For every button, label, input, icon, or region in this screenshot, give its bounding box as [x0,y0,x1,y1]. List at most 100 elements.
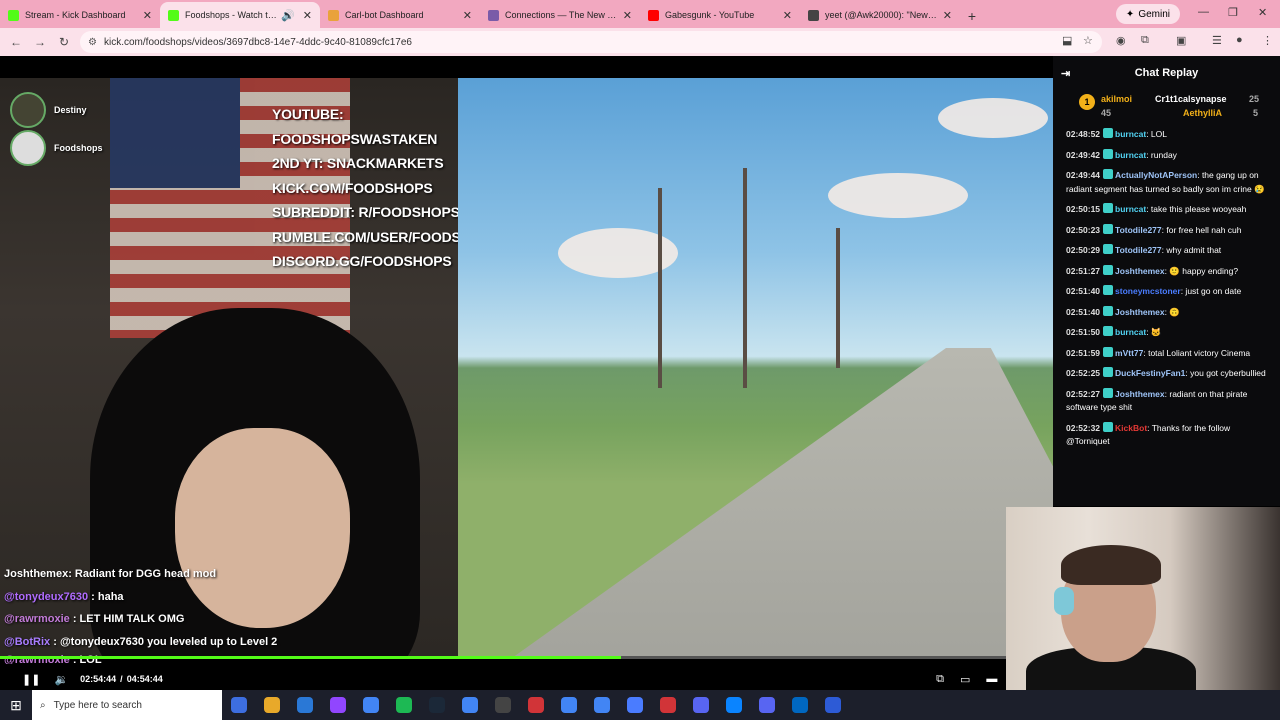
taskbar-app-icon[interactable] [387,697,420,713]
chat-username[interactable]: DuckFestinyFan1 [1115,368,1185,378]
chat-username[interactable]: Totodile277 [1115,245,1162,255]
chat-username[interactable]: burncat [1115,150,1146,160]
chat-text: : you got cyberbullied [1185,368,1266,378]
taskbar-app-icon[interactable] [783,697,816,713]
profile-avatar[interactable]: ● [1236,34,1243,46]
taskbar-app-icon[interactable] [585,697,618,713]
new-tab-button[interactable]: + [960,4,984,28]
theater-icon[interactable]: ▭ [960,673,970,686]
close-icon[interactable]: ✕ [143,9,152,22]
seek-bar[interactable] [0,656,1053,659]
chat-timestamp: 02:49:42 [1066,149,1101,160]
close-icon[interactable]: ✕ [783,9,792,22]
chat-text: : for free hell nah cuh [1161,224,1242,235]
close-icon[interactable]: ✕ [463,9,472,22]
tab-carlbot[interactable]: Carl-bot Dashboard ✕ [320,2,480,28]
taskbar-app-icon[interactable] [486,697,519,713]
taskbar-app-icon[interactable] [618,697,651,713]
tab-title: Carl-bot Dashboard [345,10,424,20]
close-icon[interactable]: ✕ [303,9,312,22]
chat-username[interactable]: Joshthemex [1115,307,1165,317]
rss-icon[interactable]: ◉ [1116,34,1126,47]
subscriber-badge-icon [1103,264,1114,275]
bookmark-star-icon[interactable]: ☆ [1083,34,1093,47]
time-separator: / [120,674,123,684]
taskbar-app-icon[interactable] [816,697,849,713]
close-window-button[interactable]: ✕ [1258,6,1267,19]
chat-message: 02:52:25 DuckFestinyFan1: you got cyberbu… [1053,367,1280,381]
gemini-label: Gemini [1138,8,1170,20]
windows-start-icon[interactable]: ⊞ [0,697,32,714]
gemini-button[interactable]: ✦ Gemini [1115,4,1180,24]
address-bar[interactable]: ⚙ kick.com/foodshops/videos/3697dbc8-14e… [80,31,1102,53]
social-line: 2ND YT: SNACKMARKETS [272,155,444,171]
taskbar-app-icon[interactable] [420,697,453,713]
tab-search-icon[interactable]: ▣ [1176,34,1186,47]
taskbar-app-icon[interactable] [684,697,717,713]
volume-icon[interactable]: 🔉 [54,673,68,686]
tab-title: Gabesgunk - YouTube [665,10,755,20]
taskbar-app-icon[interactable] [552,697,585,713]
video-player[interactable]: Destiny Foodshops YOUTUBE: FOODSHOPSWAST… [0,56,1053,690]
social-links: YOUTUBE: FOODSHOPSWASTAKEN 2ND YT: SNACK… [272,102,458,274]
extensions-icon[interactable]: ⧉ [1141,34,1149,47]
reload-icon[interactable]: ↻ [52,35,76,49]
guest-destiny: Destiny [10,92,87,128]
chat-username[interactable]: burncat [1115,327,1146,337]
chat-username[interactable]: KickBot [1115,423,1147,433]
taskbar-app-icon[interactable] [750,697,783,713]
taskbar-app-icon[interactable] [354,697,387,713]
chat-message: 02:49:44 ActuallyNotAPerson: the gang up … [1053,169,1280,196]
maximize-button[interactable]: ❐ [1228,6,1238,19]
taskbar-app-icon[interactable] [453,697,486,713]
chat-text: : LOL [1146,129,1167,139]
install-icon[interactable]: ⬓ [1062,34,1072,47]
chat-timestamp: 02:52:32 [1066,422,1101,433]
pause-icon[interactable]: ❚❚ [22,673,40,686]
second-gifter: Cr1t1calsynapse [1155,94,1227,104]
media-control-icon[interactable]: ☰ [1212,34,1222,47]
chat-username[interactable]: stoneymcstoner [1115,286,1181,296]
menu-icon[interactable]: ⋮ [1262,34,1273,47]
chat-text: : total Loliant victory Cinema [1143,347,1251,358]
back-icon[interactable]: ← [4,35,28,49]
tab-youtube[interactable]: Gabesgunk - YouTube ✕ [640,2,800,28]
chat-username[interactable]: Joshthemex [1115,266,1165,276]
miniplayer-icon[interactable]: ⧉ [936,673,944,686]
tab-connections[interactable]: Connections — The New York ✕ [480,2,640,28]
taskbar-app-icon[interactable] [255,697,288,713]
player-controls: ❚❚ 🔉 02:54:44 / 04:54:44 ⧉ ▭ ▬ ⛶ ⚙ [0,668,1053,690]
taskbar-app-icon[interactable] [651,697,684,713]
taskbar-app-icon[interactable] [222,697,255,713]
tab-foodshops[interactable]: Foodshops - Watch the VO 🔊 ✕ [160,2,320,28]
chat-username[interactable]: Totodile277 [1115,225,1162,235]
cinema-icon[interactable]: ▬ [986,673,997,685]
subscriber-badge-icon [1103,223,1114,234]
taskbar-app-icon[interactable] [321,697,354,713]
chat-username[interactable]: ActuallyNotAPerson [1115,170,1197,180]
taskbar-app-icon[interactable] [519,697,552,713]
chat-message: 02:50:29 Totodile277: why admit that [1053,244,1280,258]
chat-username[interactable]: Joshthemex [1115,389,1165,399]
forward-icon[interactable]: → [28,35,52,49]
nyt-icon [488,9,499,21]
chat-username[interactable]: burncat [1115,204,1146,214]
chat-timestamp: 02:51:27 [1066,265,1101,276]
minimize-button[interactable]: — [1198,6,1209,18]
chat-replay-panel: ⇥ Chat Replay 1 akilmoi 45 Cr1t1calsynap… [1053,56,1280,506]
chat-username[interactable]: burncat [1115,129,1146,139]
chat-timestamp: 02:50:23 [1066,224,1101,235]
chat-username[interactable]: mVtt77 [1115,348,1143,358]
collapse-chat-icon[interactable]: ⇥ [1061,67,1070,80]
social-line: DISCORD.GG/FOODSHOPS [272,253,452,269]
tab-kick-dashboard[interactable]: Stream - Kick Dashboard ✕ [0,2,160,28]
close-icon[interactable]: ✕ [943,9,952,22]
speaker-icon[interactable]: 🔊 [281,9,295,22]
close-icon[interactable]: ✕ [623,9,632,22]
tab-yeet[interactable]: yeet (@Awk20000): "News 12 u ✕ [800,2,960,28]
taskbar-app-icon[interactable] [288,697,321,713]
taskbar-app-icon[interactable] [717,697,750,713]
site-info-icon[interactable]: ⚙ [88,37,97,48]
search-icon: ⌕ [40,699,46,711]
taskbar-search[interactable]: ⌕ Type here to search [32,690,222,720]
